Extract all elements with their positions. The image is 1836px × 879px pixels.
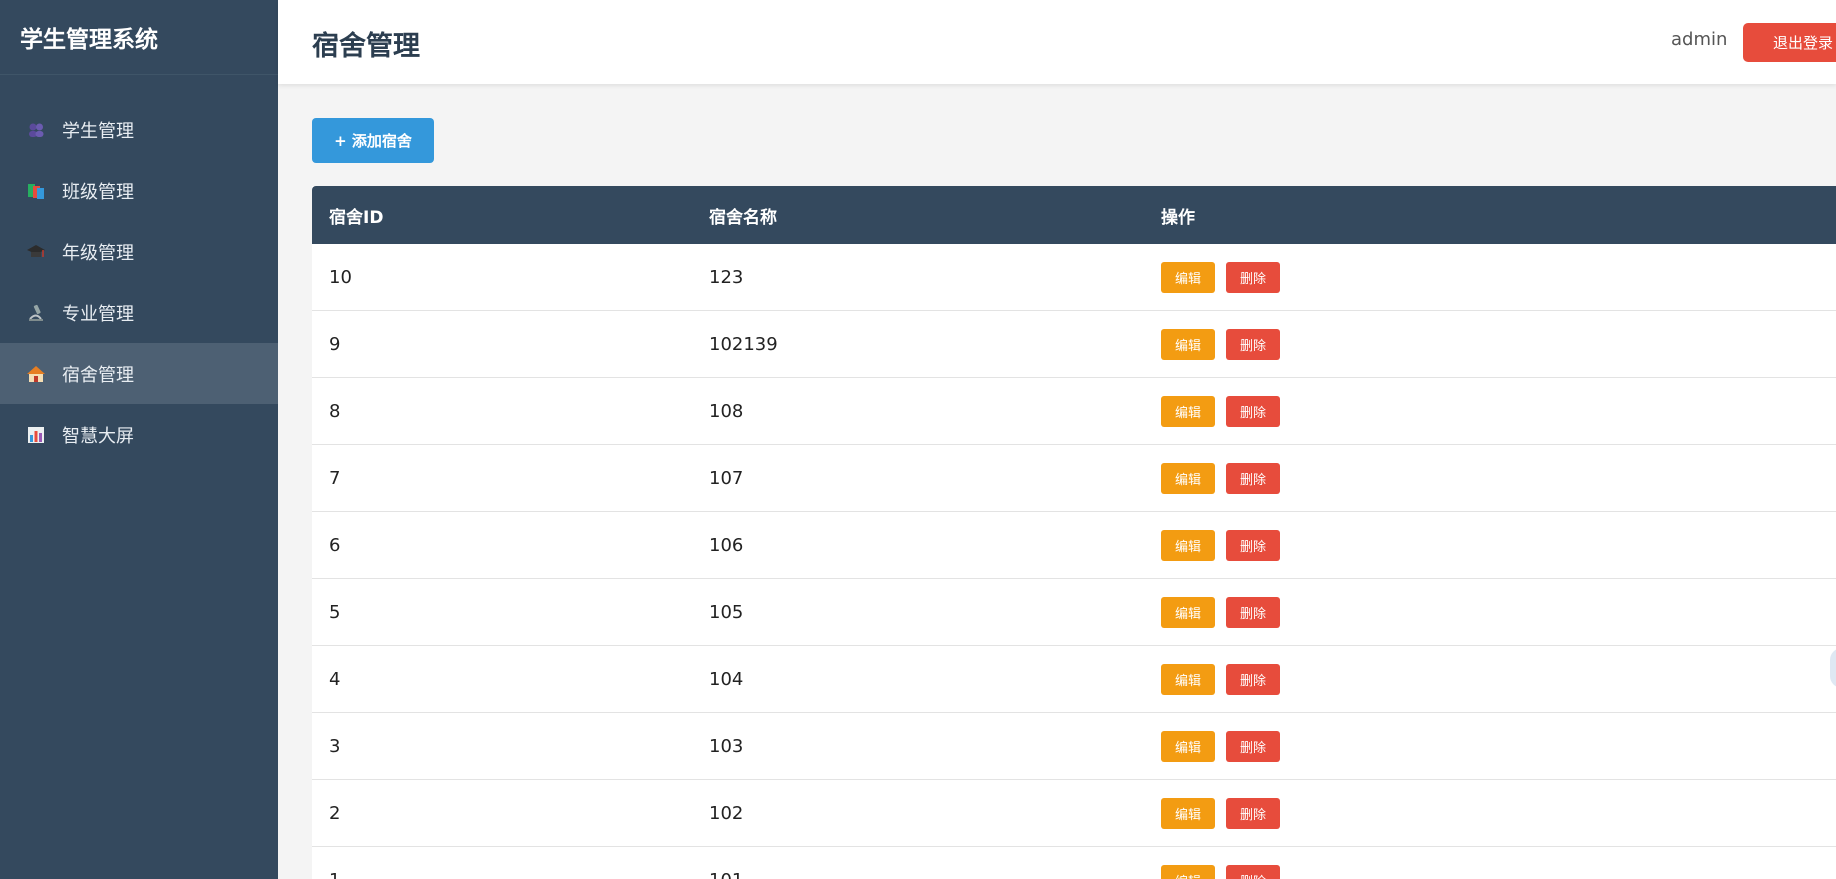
table-row: 8 108 编辑 删除 <box>312 378 1836 445</box>
table-row: 3 103 编辑 删除 <box>312 713 1836 780</box>
delete-button[interactable]: 删除 <box>1226 596 1280 628</box>
cell-actions: 编辑 删除 <box>1161 663 1836 695</box>
table-row: 4 104 编辑 删除 <box>312 646 1836 713</box>
table-row: 7 107 编辑 删除 <box>312 445 1836 512</box>
delete-button[interactable]: 删除 <box>1226 864 1280 879</box>
cell-id: 2 <box>329 802 341 824</box>
sidebar-item-classes[interactable]: 班级管理 <box>0 160 278 221</box>
cell-actions: 编辑 删除 <box>1161 864 1836 879</box>
table-header: 宿舍ID 宿舍名称 操作 <box>312 186 1836 244</box>
house-icon <box>26 364 46 384</box>
current-user: admin <box>1671 29 1728 50</box>
microscope-icon <box>26 303 46 323</box>
cell-name: 123 <box>709 266 744 288</box>
brand-title: 学生管理系统 <box>0 0 278 75</box>
side-drawer-handle[interactable] <box>1830 648 1836 688</box>
table-row: 6 106 编辑 删除 <box>312 512 1836 579</box>
cell-name: 104 <box>709 668 744 690</box>
students-icon <box>26 120 46 140</box>
delete-button[interactable]: 删除 <box>1226 462 1280 494</box>
sidebar-item-label: 年级管理 <box>62 242 134 264</box>
cell-actions: 编辑 删除 <box>1161 529 1836 561</box>
sidebar-item-label: 学生管理 <box>62 120 134 142</box>
cell-id: 8 <box>329 400 341 422</box>
cell-name: 103 <box>709 735 744 757</box>
graduation-cap-icon <box>26 242 46 262</box>
bar-chart-icon <box>26 425 46 445</box>
cell-id: 4 <box>329 668 341 690</box>
cell-id: 5 <box>329 601 341 623</box>
cell-id: 7 <box>329 467 341 489</box>
sidebar-item-label: 智慧大屏 <box>62 425 134 447</box>
table-row: 1 101 编辑 删除 <box>312 847 1836 879</box>
sidebar-menu: 学生管理 班级管理 年级管理 专业管理 宿舍管理 智慧大屏 <box>0 99 278 465</box>
books-icon <box>26 181 46 201</box>
edit-button[interactable]: 编辑 <box>1161 462 1215 494</box>
sidebar-item-students[interactable]: 学生管理 <box>0 99 278 160</box>
cell-name: 102 <box>709 802 744 824</box>
cell-name: 108 <box>709 400 744 422</box>
table-row: 5 105 编辑 删除 <box>312 579 1836 646</box>
delete-button[interactable]: 删除 <box>1226 730 1280 762</box>
cell-id: 6 <box>329 534 341 556</box>
add-dorm-button[interactable]: + 添加宿舍 <box>312 118 434 163</box>
cell-name: 106 <box>709 534 744 556</box>
cell-actions: 编辑 删除 <box>1161 596 1836 628</box>
cell-actions: 编辑 删除 <box>1161 797 1836 829</box>
sidebar-item-label: 班级管理 <box>62 181 134 203</box>
delete-button[interactable]: 删除 <box>1226 797 1280 829</box>
cell-id: 1 <box>312 870 702 879</box>
column-header-name: 宿舍名称 <box>709 207 777 228</box>
cell-id: 10 <box>329 266 352 288</box>
app-root: 学生管理系统 学生管理 班级管理 年级管理 专业管理 宿舍管理 智慧大屏 宿舍管… <box>0 0 1836 879</box>
sidebar-item-dorms[interactable]: 宿舍管理 <box>0 343 278 404</box>
page-title: 宿舍管理 <box>312 31 420 62</box>
cell-actions: 编辑 删除 <box>1161 261 1836 293</box>
table-row: 2 102 编辑 删除 <box>312 780 1836 847</box>
table-row: 10 123 编辑 删除 <box>312 244 1836 311</box>
cell-name: 102139 <box>709 333 778 355</box>
sidebar-item-label: 专业管理 <box>62 303 134 325</box>
edit-button[interactable]: 编辑 <box>1161 730 1215 762</box>
edit-button[interactable]: 编辑 <box>1161 395 1215 427</box>
delete-button[interactable]: 删除 <box>1226 395 1280 427</box>
edit-button[interactable]: 编辑 <box>1161 261 1215 293</box>
cell-actions: 编辑 删除 <box>1161 395 1836 427</box>
edit-button[interactable]: 编辑 <box>1161 663 1215 695</box>
cell-id: 9 <box>329 333 341 355</box>
column-header-actions: 操作 <box>1161 207 1195 228</box>
cell-name: 107 <box>709 467 744 489</box>
delete-button[interactable]: 删除 <box>1226 328 1280 360</box>
sidebar: 学生管理系统 学生管理 班级管理 年级管理 专业管理 宿舍管理 智慧大屏 <box>0 0 278 879</box>
column-header-id: 宿舍ID <box>329 207 384 228</box>
cell-actions: 编辑 删除 <box>1161 730 1836 762</box>
sidebar-item-label: 宿舍管理 <box>62 364 134 386</box>
cell-name: 105 <box>709 601 744 623</box>
sidebar-item-dashboard[interactable]: 智慧大屏 <box>0 404 278 465</box>
cell-actions: 编辑 删除 <box>1161 328 1836 360</box>
edit-button[interactable]: 编辑 <box>1161 529 1215 561</box>
logout-button[interactable]: 退出登录 <box>1743 23 1836 62</box>
delete-button[interactable]: 删除 <box>1226 529 1280 561</box>
sidebar-item-majors[interactable]: 专业管理 <box>0 282 278 343</box>
cell-id: 3 <box>329 735 341 757</box>
delete-button[interactable]: 删除 <box>1226 663 1280 695</box>
top-header: 宿舍管理 admin 退出登录 <box>278 0 1836 84</box>
sidebar-item-grades[interactable]: 年级管理 <box>0 221 278 282</box>
cell-name: 101 <box>702 870 1161 879</box>
dorm-table: 宿舍ID 宿舍名称 操作 10 123 编辑 删除 9 102139 编辑 删除… <box>312 186 1836 879</box>
table-row: 9 102139 编辑 删除 <box>312 311 1836 378</box>
edit-button[interactable]: 编辑 <box>1161 864 1215 879</box>
delete-button[interactable]: 删除 <box>1226 261 1280 293</box>
edit-button[interactable]: 编辑 <box>1161 328 1215 360</box>
cell-actions: 编辑 删除 <box>1161 462 1836 494</box>
edit-button[interactable]: 编辑 <box>1161 596 1215 628</box>
edit-button[interactable]: 编辑 <box>1161 797 1215 829</box>
